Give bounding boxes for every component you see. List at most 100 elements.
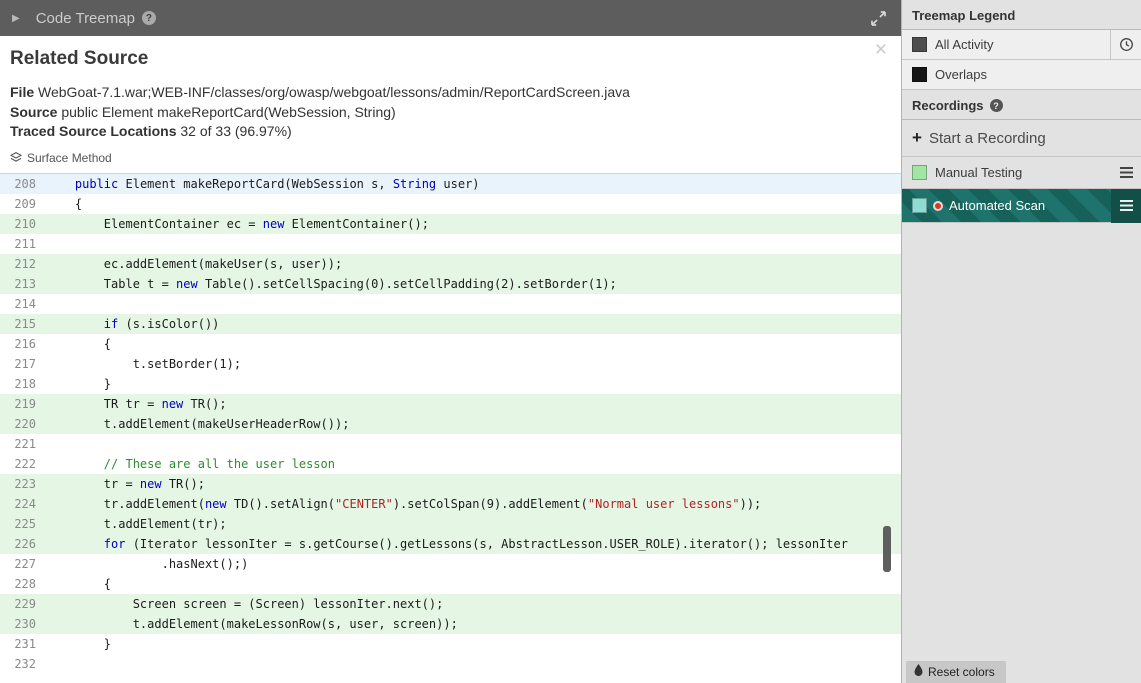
- traced-label: Traced Source Locations: [10, 123, 177, 139]
- code-text: {: [46, 576, 112, 591]
- code-text: {: [46, 336, 112, 351]
- close-icon[interactable]: ×: [875, 39, 887, 60]
- help-icon[interactable]: ?: [989, 99, 1003, 112]
- file-label: File: [10, 84, 35, 100]
- recordings-title-label: Recordings: [912, 98, 984, 113]
- code-line[interactable]: 215 if (s.isColor()): [0, 313, 901, 334]
- code-scrollbar[interactable]: [883, 174, 891, 676]
- start-recording-button[interactable]: + Start a Recording: [902, 120, 1141, 157]
- code-text: tr = new TR();: [46, 476, 205, 491]
- recording-item-label: Manual Testing: [935, 165, 1023, 180]
- code-text: TR tr = new TR();: [46, 396, 227, 411]
- code-line[interactable]: 223 tr = new TR();: [0, 473, 901, 494]
- code-line[interactable]: 218 }: [0, 374, 901, 394]
- code-line[interactable]: 214: [0, 294, 901, 314]
- line-number: 226: [14, 536, 36, 551]
- code-line[interactable]: 231 }: [0, 634, 901, 654]
- code-text: t.setBorder(1);: [46, 356, 242, 371]
- related-source-panel: × Related Source File WebGoat-7.1.war;WE…: [0, 36, 901, 683]
- code-text: ec.addElement(makeUser(s, user));: [46, 256, 343, 271]
- code-line[interactable]: 230 t.addElement(makeLessonRow(s, user, …: [0, 613, 901, 634]
- code-line[interactable]: 217 t.setBorder(1);: [0, 354, 901, 374]
- treemap-header-bar: ▶ Code Treemap ?: [0, 0, 901, 36]
- file-line: File WebGoat-7.1.war;WEB-INF/classes/org…: [10, 83, 885, 103]
- main-column: ▶ Code Treemap ? × Related Source File W…: [0, 0, 901, 683]
- help-icon[interactable]: ?: [141, 11, 156, 25]
- code-text: {: [46, 196, 83, 211]
- line-number: 231: [14, 636, 36, 651]
- code-line[interactable]: 222 // These are all the user lesson: [0, 454, 901, 474]
- surface-method-label: Surface Method: [27, 151, 112, 165]
- line-number: 232: [14, 656, 36, 671]
- recording-item-label: Automated Scan: [949, 198, 1046, 213]
- code-text: // These are all the user lesson: [103, 456, 335, 471]
- line-number: 219: [14, 396, 36, 411]
- line-number: 211: [14, 236, 36, 251]
- code-text: }: [46, 636, 112, 651]
- code-line[interactable]: 220 t.addElement(makeUserHeaderRow());: [0, 413, 901, 434]
- code-line[interactable]: 210 ElementContainer ec = new ElementCon…: [0, 213, 901, 234]
- line-number: 229: [14, 596, 36, 611]
- code-line[interactable]: 226 for (Iterator lessonIter = s.getCour…: [0, 533, 901, 554]
- line-number: 208: [14, 176, 36, 191]
- recording-menu-icon[interactable]: [1111, 188, 1141, 223]
- expand-icon[interactable]: [870, 10, 887, 27]
- collapse-toggle-icon[interactable]: ▶: [12, 13, 20, 24]
- line-number: 222: [14, 456, 36, 471]
- history-clock-icon[interactable]: [1110, 29, 1141, 60]
- code-line[interactable]: 209 {: [0, 194, 901, 214]
- source-label: Source: [10, 103, 58, 120]
- record-icon: [933, 200, 943, 211]
- line-number: 225: [14, 516, 36, 531]
- reset-colors-button[interactable]: Reset colors: [906, 661, 1006, 683]
- code-text: Table t = new Table().setCellSpacing(0).…: [46, 276, 617, 291]
- code-line[interactable]: 221: [0, 434, 901, 454]
- code-line[interactable]: 227 .hasNext();): [0, 554, 901, 574]
- line-number: 212: [14, 256, 36, 271]
- code-text: t.addElement(makeLessonRow(s, user, scre…: [46, 616, 458, 631]
- line-number: 223: [14, 476, 36, 491]
- plus-icon: +: [912, 128, 922, 147]
- code-text: public Element makeReportCard(WebSession…: [74, 176, 480, 191]
- code-line[interactable]: 224 tr.addElement(new TD().setAlign("CEN…: [0, 493, 901, 514]
- line-number: 230: [14, 616, 36, 631]
- line-number: 221: [14, 436, 36, 451]
- legend-item-all-activity[interactable]: All Activity: [902, 29, 1141, 60]
- all-activity-swatch: [912, 37, 927, 52]
- line-number: 215: [14, 316, 36, 331]
- line-number: 227: [14, 556, 36, 571]
- code-line[interactable]: 232: [0, 654, 901, 674]
- code-line[interactable]: 213 Table t = new Table().setCellSpacing…: [0, 273, 901, 294]
- recording-item-manual-testing[interactable]: Manual Testing: [902, 157, 1141, 189]
- line-number: 213: [14, 276, 36, 291]
- code-line[interactable]: 212 ec.addElement(makeUser(s, user));: [0, 253, 901, 274]
- source-value: public Element makeReportCard(WebSession…: [61, 103, 396, 120]
- app-root: ▶ Code Treemap ? × Related Source File W…: [0, 0, 1141, 683]
- code-line[interactable]: 216 {: [0, 334, 901, 354]
- code-text: .hasNext();): [46, 556, 249, 571]
- recordings-title: Recordings ?: [902, 90, 1141, 120]
- legend-item-overlaps[interactable]: Overlaps: [902, 60, 1141, 90]
- code-text: t.addElement(makeUserHeaderRow());: [46, 416, 350, 431]
- code-line[interactable]: 229 Screen screen = (Screen) lessonIter.…: [0, 593, 901, 614]
- code-line[interactable]: 208 public Element makeReportCard(WebSes…: [0, 173, 901, 194]
- related-source-header: × Related Source File WebGoat-7.1.war;WE…: [0, 36, 901, 166]
- treemap-sidebar: Treemap Legend All Activity Overlaps Rec…: [901, 0, 1141, 683]
- code-line[interactable]: 211: [0, 234, 901, 254]
- code-line[interactable]: 225 t.addElement(tr);: [0, 513, 901, 534]
- code-line[interactable]: 228 {: [0, 574, 901, 594]
- recording-menu-icon[interactable]: [1111, 157, 1141, 189]
- code-scrollbar-thumb[interactable]: [883, 525, 891, 572]
- droplet-icon: [914, 664, 923, 679]
- line-number: 220: [14, 416, 36, 431]
- line-number: 216: [14, 336, 36, 351]
- recording-item-automated-scan[interactable]: Automated Scan: [902, 188, 1141, 223]
- code-text: }: [46, 376, 112, 391]
- code-text: ElementContainer ec = new ElementContain…: [46, 216, 429, 231]
- line-number: 209: [14, 196, 36, 211]
- traced-line: Traced Source Locations 32 of 33 (96.97%…: [10, 122, 885, 142]
- line-number: 217: [14, 356, 36, 371]
- line-number: 228: [14, 576, 36, 591]
- code-line[interactable]: 219 TR tr = new TR();: [0, 393, 901, 414]
- panel-title: Related Source: [10, 48, 149, 69]
